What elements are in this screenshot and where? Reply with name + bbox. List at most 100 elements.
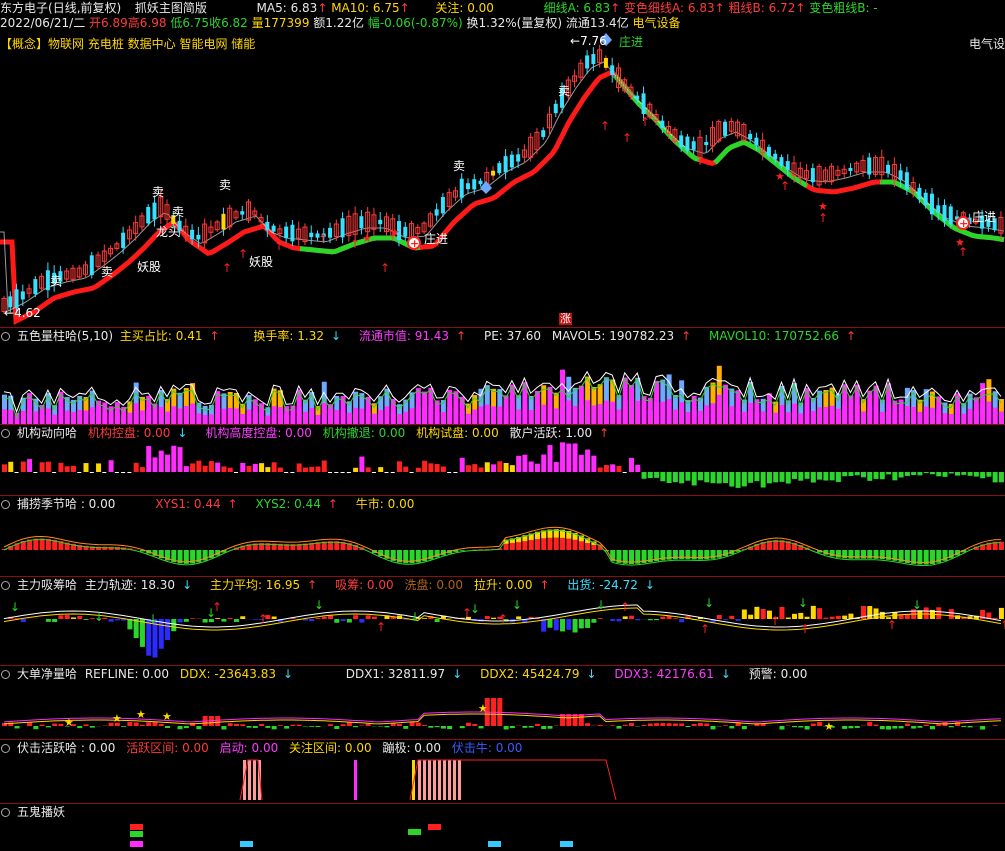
inst-bar — [378, 467, 384, 472]
volume-chart[interactable] — [0, 344, 1005, 424]
mainforce-bar — [829, 616, 835, 619]
red-arrow-icon: ↑ — [640, 115, 650, 129]
volume-bar — [183, 406, 189, 424]
season-panel-name[interactable]: 捕捞季节哈 : 0.00 — [17, 497, 115, 511]
ambush-chart[interactable] — [0, 756, 1005, 802]
mainforce-bar — [353, 615, 359, 619]
target-icon: + — [959, 217, 968, 230]
mainforce-bar — [271, 616, 277, 619]
mainforce-bar — [760, 608, 766, 619]
candle-body — [146, 207, 151, 224]
volume-bar — [792, 403, 798, 424]
ddx-label: DDX: -23643.83 ↓ — [179, 667, 294, 681]
red-star-icon: ★ — [362, 232, 372, 245]
candle-body — [20, 291, 25, 300]
ddx-bar — [428, 726, 434, 728]
red-star-icon: ★ — [390, 226, 400, 239]
volume-bar — [867, 407, 873, 424]
inst-bar — [158, 450, 164, 472]
mainforce-panel-name[interactable]: 主力吸筹哈 — [17, 578, 77, 592]
candle-body — [591, 54, 596, 65]
season-bar — [860, 550, 866, 559]
ddx-bar — [252, 726, 258, 728]
collapse-icon[interactable] — [1, 429, 10, 438]
mainforce-bar — [58, 615, 64, 619]
mainforce-bar — [735, 619, 741, 621]
inst-dash — [127, 472, 132, 473]
collapse-icon[interactable] — [1, 808, 10, 817]
ghost-chart[interactable] — [0, 820, 1005, 850]
season-chart[interactable] — [0, 512, 1005, 575]
volume-bar — [516, 409, 522, 424]
institution-chart[interactable] — [0, 441, 1005, 495]
inst-bar — [798, 472, 804, 481]
main-kline-chart[interactable]: ↑↑↑↑↑↑↑↑↑↑↑↑↑★★★★★++ — [0, 10, 1005, 328]
ddx-bar — [240, 724, 246, 726]
inst-bar — [986, 472, 992, 477]
candle-body — [359, 216, 364, 229]
inst-bar — [403, 466, 409, 472]
ddx-bar — [334, 726, 340, 729]
volume-bar — [679, 402, 685, 424]
red-arrow-icon: ↑ — [238, 247, 248, 261]
ddx-bar — [804, 726, 810, 730]
inst-trial-label: 机构试盘: 0.00 — [416, 426, 499, 440]
inst-dash — [334, 472, 339, 473]
volume-bar — [45, 408, 51, 424]
inst-bar — [597, 467, 603, 472]
mainforce-bar — [716, 615, 722, 619]
ddx-bar — [340, 724, 346, 726]
ghost-mark — [130, 831, 143, 837]
inst-bar — [873, 472, 879, 479]
volume-bar — [27, 408, 33, 424]
volume-bar — [597, 404, 603, 424]
green-arrow-icon: ↓ — [410, 610, 420, 624]
dragon-annotation: 龙头 — [156, 225, 181, 239]
inst-bar — [967, 472, 973, 476]
inst-bar — [854, 472, 860, 476]
collapse-icon[interactable] — [1, 500, 10, 509]
mainforce-bar — [340, 619, 346, 621]
ddx-bar — [578, 714, 584, 726]
inst-bar — [541, 454, 547, 472]
inst-dash — [328, 472, 333, 473]
inst-bar — [8, 461, 14, 472]
ddx-bar — [879, 726, 885, 730]
season-bar — [672, 550, 678, 560]
ddx-bar — [33, 726, 39, 730]
inst-bar — [980, 472, 986, 479]
volume-bar — [842, 404, 848, 424]
zhuangjin-annotation: 庄进 — [972, 210, 997, 224]
collapse-icon[interactable] — [1, 670, 10, 679]
collapse-icon[interactable] — [1, 744, 10, 753]
volume-bar — [710, 403, 716, 424]
mainforce-bar — [240, 616, 246, 619]
season-bar — [108, 546, 114, 550]
ambush-bar — [443, 760, 446, 800]
panel-separator — [0, 495, 1005, 496]
candle-body — [779, 157, 784, 167]
ambush-panel-name[interactable]: 伏击活跃哈 : 0.00 — [17, 741, 115, 755]
mainforce-bar — [484, 616, 490, 619]
collapse-icon[interactable] — [1, 581, 10, 590]
candle-body — [465, 183, 470, 190]
volume-bar — [967, 408, 973, 424]
mainforce-chart[interactable]: ↑↑↑↑↑↑↑↑↑↑↑↓↓↓↓↓↓↓↓↓↓↓↓ — [0, 593, 1005, 665]
candle-body — [679, 135, 684, 148]
collapse-icon[interactable] — [1, 332, 10, 341]
volume-bar — [240, 413, 246, 424]
ddx-chart[interactable]: ★ ★ ★ ★ ★ ★ — [0, 682, 1005, 738]
ddx-bar — [798, 726, 804, 728]
volume-bar — [929, 407, 935, 424]
panel-separator — [0, 803, 1005, 804]
institution-panel-name[interactable]: 机构动向哈 — [17, 426, 77, 440]
volume-bar — [980, 403, 986, 424]
candle-body — [691, 141, 696, 150]
ghost-panel-name[interactable]: 五鬼播妖 — [17, 805, 65, 819]
mainforce-bar — [622, 616, 628, 619]
inst-bar — [992, 472, 998, 483]
ddx-panel-name[interactable]: 大单净量哈 — [17, 667, 77, 681]
candle-body — [290, 224, 295, 242]
volume-panel-name[interactable]: 五色量柱哈(5,10) — [17, 329, 113, 343]
inst-bar — [723, 472, 729, 484]
